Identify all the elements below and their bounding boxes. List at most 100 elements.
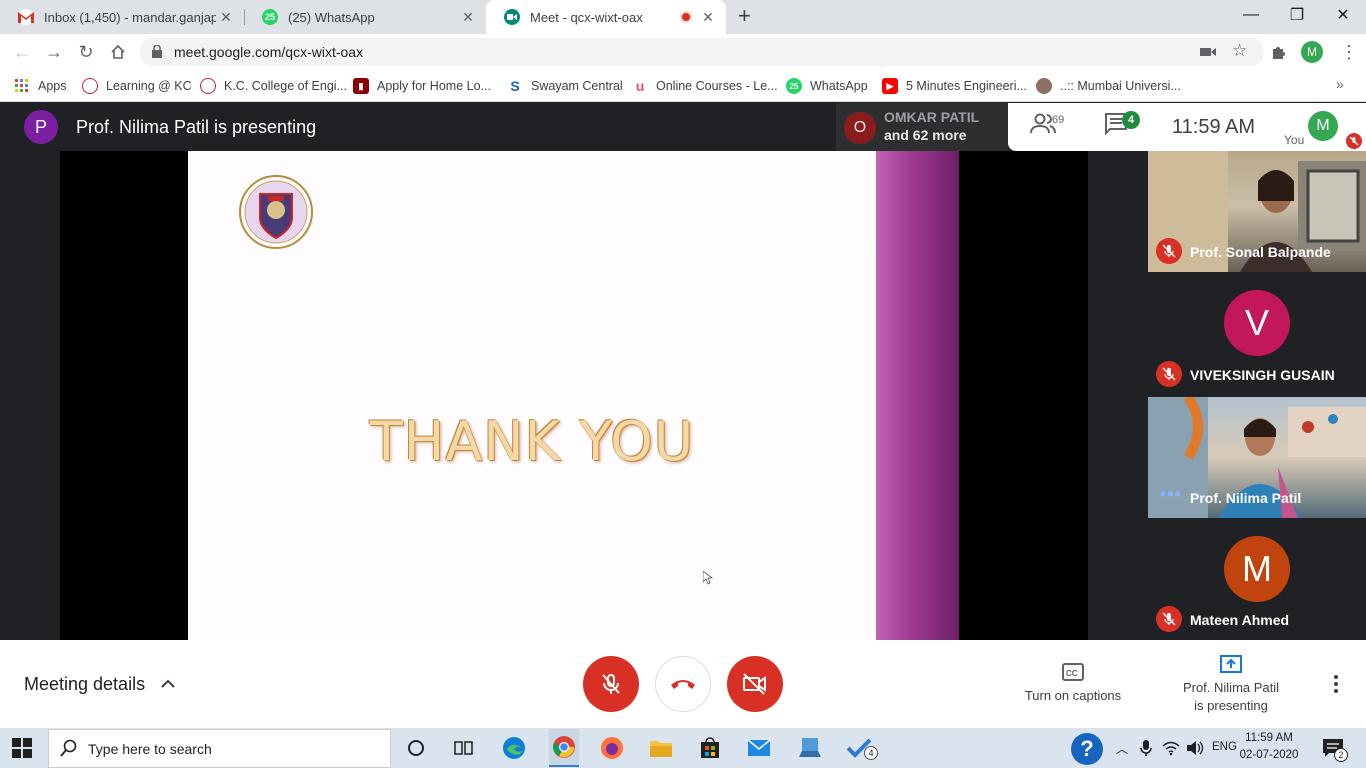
bank-icon: ▮ [353,78,369,94]
muted-icon [1156,606,1182,632]
participant-name: Prof. Sonal Balpande [1190,244,1331,260]
slide-text: THANK YOU [369,410,695,473]
tab-title: Meet - qcx-wixt-oax [530,9,643,25]
participant-tile[interactable]: ••• Prof. Nilima Patil [1148,397,1366,518]
present-screen-icon[interactable] [1219,654,1243,674]
presenting-label-line2: is presenting [1194,698,1268,713]
udemy-icon: u [635,78,645,94]
restore-button[interactable]: ❐ [1274,0,1320,30]
windows-start-icon[interactable] [12,738,32,758]
muted-icon [1156,361,1182,387]
self-muted-icon [1346,133,1362,149]
camera-off-icon [743,673,766,695]
presenter-title: Prof. Nilima Patil is presenting [76,117,317,137]
file-explorer-icon[interactable] [647,734,675,762]
volume-icon[interactable] [1186,740,1204,761]
close-window-button[interactable]: ✕ [1320,0,1366,30]
more-bookmarks-icon[interactable]: » [1336,76,1344,92]
microphone-tray-icon[interactable] [1140,739,1152,762]
captions-label[interactable]: Turn on captions [1008,688,1138,703]
new-tab-button[interactable]: + [738,5,758,27]
close-tab-icon[interactable]: ✕ [698,9,718,26]
bookmark-learning-kc[interactable]: Learning @ KC [82,76,192,96]
url-text[interactable]: meet.google.com/qcx-wixt-oax [174,44,363,60]
extensions-icon[interactable] [1270,43,1288,66]
leave-call-button[interactable] [655,656,711,712]
participant-tile[interactable]: M Mateen Ahmed [1148,520,1366,640]
swayam-icon: S [510,78,520,94]
apps-grid-icon [14,78,30,94]
search-icon [60,739,78,762]
lock-icon[interactable] [152,44,162,63]
microphone-toggle-button[interactable] [583,656,639,712]
bookmark-star-icon[interactable]: ☆ [1232,41,1247,61]
bookmark-mumbai-university[interactable]: ..:: Mumbai Universi... [1036,76,1181,96]
bookmark-apps[interactable]: Apps [14,76,67,96]
bookmark-home-loan[interactable]: ▮ Apply for Home Lo... [353,76,491,96]
show-hidden-icons-chevron-icon[interactable]: ︿ [1116,740,1128,757]
meeting-details-button[interactable]: Meeting details [24,674,145,695]
store-icon[interactable] [696,734,724,762]
camera-toggle-button[interactable] [727,656,783,712]
chevron-up-icon[interactable] [160,676,176,692]
camera-icon[interactable] [1200,45,1216,63]
mail-icon[interactable] [745,734,773,762]
slide-accent-strip [876,151,959,640]
firefox-icon[interactable] [598,734,626,762]
edge-icon[interactable] [500,734,528,762]
close-tab-icon[interactable]: ✕ [216,9,236,26]
muted-icon [1156,238,1182,264]
profile-avatar[interactable]: M [1301,41,1323,63]
wifi-icon[interactable] [1162,740,1180,761]
kc-icon [200,78,216,94]
presenting-label[interactable]: Prof. Nilima Patil is presenting [1170,679,1292,715]
recording-icon [680,11,692,23]
desktop-app-icon[interactable] [796,734,824,762]
bookmark-label: Learning @ KC [106,79,192,93]
bookmark-label: Swayam Central [531,79,623,93]
meeting-clock: 11:59 AM [1172,116,1256,138]
speaking-indicator-icon: ••• [1160,484,1182,504]
participant-tile[interactable]: Prof. Sonal Balpande [1148,151,1366,272]
bookmark-swayam[interactable]: S Swayam Central [507,76,623,96]
tab-title: (25) WhatsApp [288,9,375,25]
mic-off-icon [602,674,620,694]
cortana-icon[interactable] [402,734,430,762]
presenting-label-line1: Prof. Nilima Patil [1182,680,1280,695]
language-indicator[interactable]: ENG [1212,741,1237,753]
minimize-button[interactable]: — [1228,0,1274,30]
gmail-icon [18,9,34,25]
speaker-name: OMKAR PATIL [884,109,980,125]
tab-gmail[interactable]: Inbox (1,450) - mandar.ganjapurkar ✕ [0,0,244,34]
bookmark-kc-college[interactable]: K.C. College of Engi... [200,76,347,96]
search-placeholder[interactable]: Type here to search [88,741,212,757]
tab-title: Inbox (1,450) - mandar.ganjapurkar [44,9,216,25]
youtube-icon: ▶ [882,78,898,94]
chrome-taskbar-icon[interactable] [549,729,579,767]
you-label: You [1284,133,1305,147]
bookmark-online-courses[interactable]: u Online Courses - Le... [632,76,778,96]
close-tab-icon[interactable]: ✕ [458,9,478,26]
participant-name: VIVEKSINGH GUSAIN [1190,367,1335,383]
more-options-icon[interactable] [1328,672,1344,696]
todo-badge: 4 [864,746,878,760]
tab-meet[interactable]: Meet - qcx-wixt-oax ✕ [486,0,726,34]
kc-icon [82,78,98,94]
task-view-icon[interactable] [450,734,478,762]
bookmark-label: Online Courses - Le... [656,79,778,93]
help-icon[interactable]: ? [1071,733,1103,765]
back-button[interactable]: ← [8,38,36,66]
self-avatar[interactable]: M [1308,111,1338,141]
bookmark-5-minutes[interactable]: ▶ 5 Minutes Engineeri... [882,76,1027,96]
home-button[interactable] [104,38,132,66]
bookmark-whatsapp[interactable]: 25 WhatsApp [786,76,868,96]
forward-button[interactable]: → [40,38,68,66]
taskbar-date[interactable]: 02-07-2020 [1238,749,1300,761]
participant-tile[interactable]: V VIVEKSINGH GUSAIN [1148,274,1366,395]
chrome-menu-icon[interactable]: ⋮ [1340,42,1358,63]
hang-up-icon [671,680,695,689]
tab-whatsapp[interactable]: 25 (25) WhatsApp ✕ [244,0,486,34]
taskbar-time[interactable]: 11:59 AM [1238,732,1300,744]
reload-button[interactable]: ↻ [72,38,100,66]
captions-icon[interactable]: CC [1062,663,1084,681]
